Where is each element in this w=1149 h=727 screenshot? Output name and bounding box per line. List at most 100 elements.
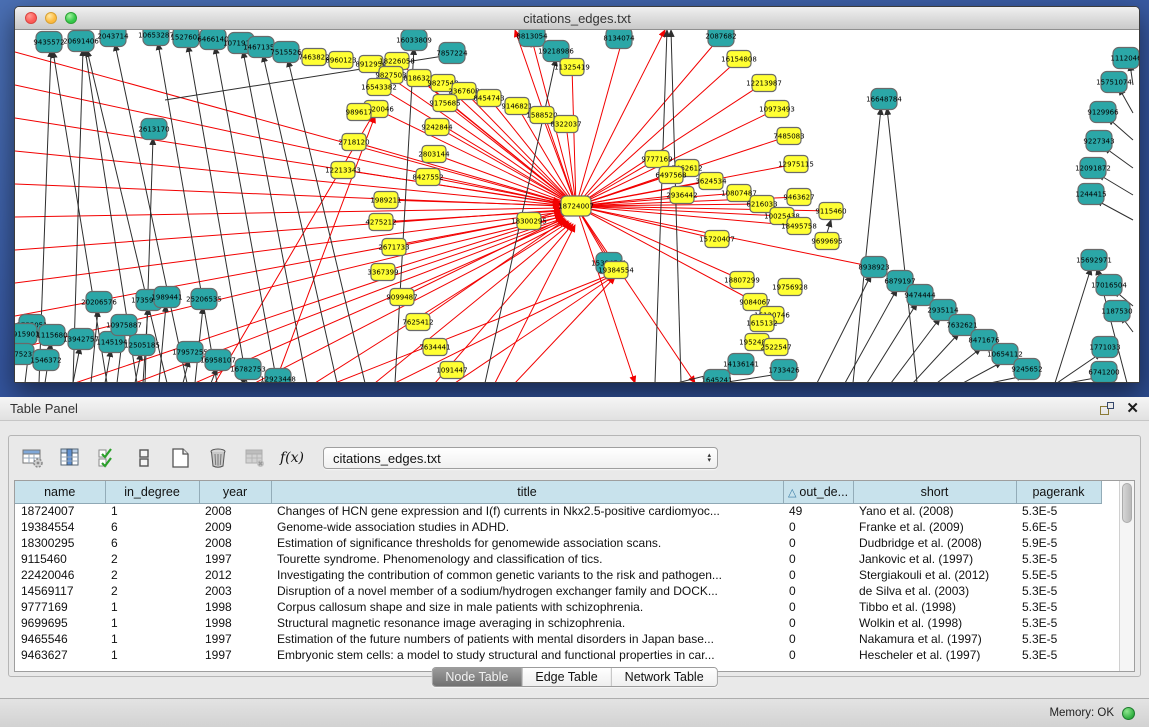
graph-edge[interactable] <box>418 220 565 322</box>
graph-node[interactable]: 7515526 <box>270 42 302 63</box>
graph-node[interactable]: 19756928 <box>772 279 808 296</box>
table-cell[interactable]: 2003 <box>199 583 271 599</box>
zoom-window-button[interactable] <box>65 12 77 24</box>
table-cell[interactable]: 5.3E-5 <box>1016 599 1101 615</box>
table-cell[interactable]: Structural magnetic resonance image aver… <box>271 615 783 631</box>
table-cell[interactable]: 1 <box>105 615 199 631</box>
table-cell[interactable]: Stergiakouli et al. (2012) <box>853 567 1016 583</box>
column-header-pagerank[interactable]: pagerank <box>1016 481 1101 503</box>
graph-node[interactable]: 20206576 <box>81 292 117 313</box>
graph-node[interactable]: 8454743 <box>473 90 504 107</box>
table-scroll-region[interactable]: namein_degreeyeartitle△out_de...shortpag… <box>15 481 1119 671</box>
graph-edge[interactable] <box>576 30 625 206</box>
table-cell[interactable]: 5.6E-5 <box>1016 519 1101 535</box>
graph-edge[interactable] <box>437 127 576 206</box>
graph-node[interactable]: 2718120 <box>338 134 369 151</box>
table-cell[interactable]: 0 <box>783 599 853 615</box>
graph-node[interactable]: 12091872 <box>1075 158 1111 179</box>
graph-edge[interactable] <box>887 108 917 382</box>
table-cell[interactable]: 0 <box>783 583 853 599</box>
table-selector-dropdown[interactable]: citations_edges.txt ▴▾ <box>323 447 718 469</box>
graph-node[interactable]: 9099487 <box>386 289 417 306</box>
table-row[interactable]: 1456911722003Disruption of a novel membe… <box>15 583 1101 599</box>
graph-node[interactable]: 1989211 <box>370 192 401 209</box>
column-header-title[interactable]: title <box>271 481 783 503</box>
graph-edge[interactable] <box>963 362 1002 382</box>
table-cell[interactable]: Tibbo et al. (1998) <box>853 599 1016 615</box>
table-cell[interactable]: 6 <box>105 519 199 535</box>
graph-node[interactable]: 9699695 <box>811 233 842 250</box>
graph-node[interactable]: 13942757 <box>63 329 99 350</box>
graph-edge[interactable] <box>455 276 614 382</box>
graph-node[interactable]: 2613170 <box>138 119 169 140</box>
graph-edge[interactable] <box>853 108 881 382</box>
table-cell[interactable]: Dudbridge et al. (2008) <box>853 535 1016 551</box>
table-cell[interactable]: 1 <box>105 631 199 647</box>
table-cell[interactable]: 18300295 <box>15 535 105 551</box>
table-cell[interactable]: 49 <box>783 503 853 519</box>
table-cell[interactable]: 5.3E-5 <box>1016 615 1101 631</box>
table-cell[interactable]: 0 <box>783 535 853 551</box>
tab-node-table[interactable]: Node Table <box>432 668 521 686</box>
graph-node[interactable]: 7634441 <box>419 339 450 356</box>
table-cell[interactable]: Jankovic et al. (1997) <box>853 551 1016 567</box>
graph-edge[interactable] <box>671 30 681 382</box>
table-row[interactable]: 946362711997Embryonic stem cells: a mode… <box>15 647 1101 663</box>
table-cell[interactable]: 0 <box>783 647 853 663</box>
graph-edge[interactable] <box>159 305 166 382</box>
graph-node[interactable]: 2522547 <box>760 339 791 356</box>
table-cell[interactable]: 5.3E-5 <box>1016 631 1101 647</box>
graph-node[interactable]: 9777169 <box>641 151 672 168</box>
graph-node[interactable]: 8134074 <box>603 30 635 49</box>
graph-node[interactable]: 7857224 <box>436 43 468 64</box>
scrollbar-thumb[interactable] <box>1122 483 1132 523</box>
graph-edge[interactable] <box>867 303 917 382</box>
graph-node[interactable]: 9463627 <box>783 189 814 206</box>
table-cell[interactable]: 5.3E-5 <box>1016 583 1101 599</box>
table-cell[interactable]: 1997 <box>199 631 271 647</box>
table-cell[interactable]: 1997 <box>199 551 271 567</box>
graph-edge[interactable] <box>845 289 897 382</box>
table-row[interactable]: 977716911998Corpus callosum shape and si… <box>15 599 1101 615</box>
table-cell[interactable]: 2 <box>105 583 199 599</box>
column-header-name[interactable]: name <box>15 481 105 503</box>
graph-edge[interactable] <box>495 225 575 382</box>
graph-node[interactable]: 2936442 <box>666 187 697 204</box>
graph-edge[interactable] <box>576 206 717 239</box>
table-cell[interactable]: Changes of HCN gene expression and I(f) … <box>271 503 783 519</box>
minimize-window-button[interactable] <box>45 12 57 24</box>
graph-node[interactable]: 2803144 <box>418 146 450 163</box>
table-row[interactable]: 2242004622012Investigating the contribut… <box>15 567 1101 583</box>
table-cell[interactable]: 9115460 <box>15 551 105 567</box>
table-cell[interactable]: 9465546 <box>15 631 105 647</box>
graph-node[interactable]: 10975887 <box>106 315 142 336</box>
table-cell[interactable]: Embryonic stem cells: a model to study s… <box>271 647 783 663</box>
table-cell[interactable]: 18724007 <box>15 503 105 519</box>
close-window-button[interactable] <box>25 12 37 24</box>
table-cell[interactable]: 5.5E-5 <box>1016 567 1101 583</box>
table-cell[interactable]: Nakamura et al. (1997) <box>853 631 1016 647</box>
table-cell[interactable]: 9463627 <box>15 647 105 663</box>
graph-node[interactable]: 1989441 <box>151 287 182 308</box>
graph-node[interactable]: 6741200 <box>1088 362 1119 383</box>
graph-edge[interactable] <box>135 353 141 382</box>
table-cell[interactable]: Estimation of significance thresholds fo… <box>271 535 783 551</box>
vertical-scrollbar[interactable] <box>1119 481 1134 671</box>
table-cell[interactable]: Estimation of the future numbers of pati… <box>271 631 783 647</box>
table-cell[interactable]: 5.3E-5 <box>1016 551 1101 567</box>
table-cell[interactable]: 2009 <box>199 519 271 535</box>
delete-column-button[interactable] <box>206 446 230 470</box>
row-height-button[interactable] <box>132 446 156 470</box>
graph-node[interactable]: 9245652 <box>1011 359 1042 380</box>
graph-node[interactable]: 8427552 <box>412 169 443 186</box>
table-cell[interactable]: Tourette syndrome. Phenomenology and cla… <box>271 551 783 567</box>
graph-node[interactable]: 1112046 <box>1110 48 1139 69</box>
table-cell[interactable]: 5.9E-5 <box>1016 535 1101 551</box>
graph-edge[interactable] <box>15 212 562 283</box>
function-builder-button[interactable]: f(x) <box>280 446 304 470</box>
table-cell[interactable]: Corpus callosum shape and size in male p… <box>271 599 783 615</box>
table-cell[interactable]: 2008 <box>199 535 271 551</box>
graph-node[interactable]: 7485083 <box>773 128 804 145</box>
graph-edge[interactable] <box>827 220 831 233</box>
graph-edge[interactable] <box>105 350 111 382</box>
